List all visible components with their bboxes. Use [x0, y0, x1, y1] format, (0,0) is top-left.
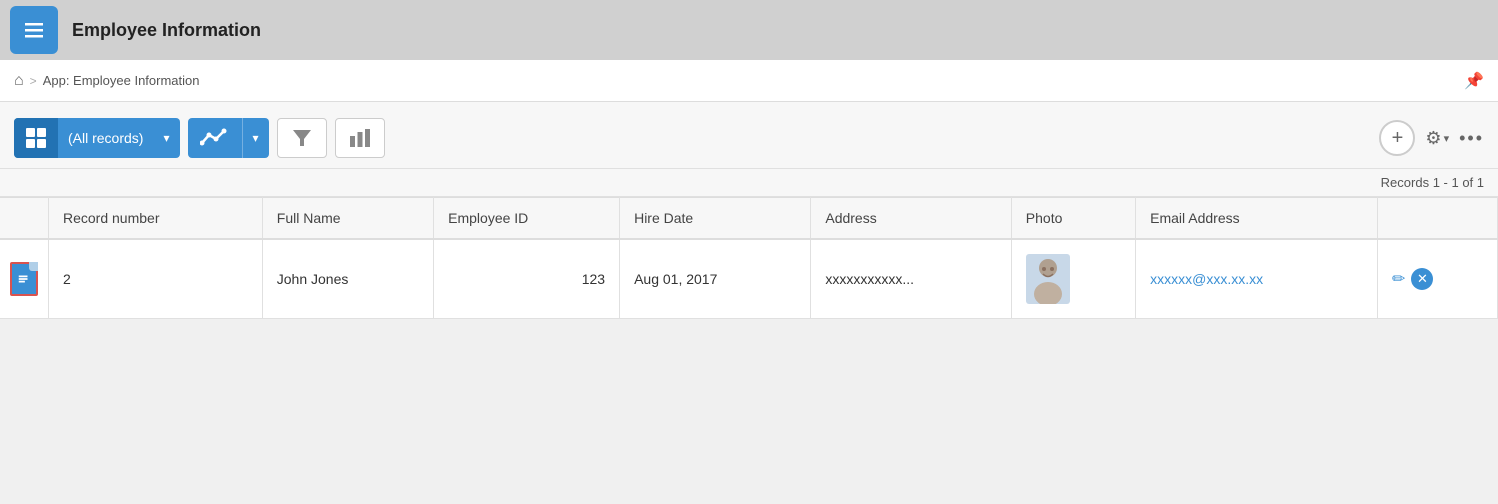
line-chart-icon	[188, 127, 242, 149]
breadcrumb: ⌂ > App: Employee Information 📌	[0, 60, 1498, 102]
filter-icon	[292, 128, 312, 148]
avatar	[1026, 254, 1070, 304]
gear-icon: ⚙	[1425, 128, 1441, 149]
photo-cell	[1011, 239, 1135, 319]
person-silhouette	[1026, 254, 1070, 304]
grid-view-icon	[14, 118, 58, 158]
hire-date-cell: Aug 01, 2017	[620, 239, 811, 319]
edit-button[interactable]: ✏	[1392, 269, 1405, 289]
view-label: (All records)	[58, 130, 153, 146]
breadcrumb-text: App: Employee Information	[43, 73, 200, 88]
col-hire-date: Hire Date	[620, 198, 811, 240]
view-selector[interactable]: (All records) ▾	[14, 118, 180, 158]
toolbar: (All records) ▾ ▾ +	[0, 102, 1498, 169]
full-name-cell: John Jones	[262, 239, 433, 319]
col-selector	[0, 198, 49, 240]
table-row: 2 John Jones 123 Aug 01, 2017 xxxxxxxxxx…	[0, 239, 1498, 319]
employee-id-cell: 123	[434, 239, 620, 319]
record-number-cell: 2	[49, 239, 263, 319]
menu-icon	[22, 18, 46, 42]
more-options-button[interactable]: •••	[1459, 128, 1484, 149]
col-employee-id: Employee ID	[434, 198, 620, 240]
document-icon[interactable]	[10, 262, 38, 296]
chart-button[interactable]: ▾	[188, 118, 269, 158]
row-actions: ✏ ✕	[1392, 268, 1483, 290]
add-record-button[interactable]: +	[1379, 120, 1415, 156]
data-table: Record number Full Name Employee ID Hire…	[0, 197, 1498, 319]
col-photo: Photo	[1011, 198, 1135, 240]
home-icon[interactable]: ⌂	[14, 72, 24, 90]
breadcrumb-separator: >	[30, 74, 37, 88]
menu-button[interactable]	[10, 6, 58, 54]
settings-button[interactable]: ⚙ ▾	[1425, 128, 1449, 149]
pin-icon[interactable]: 📌	[1464, 71, 1484, 91]
records-count: Records 1 - 1 of 1	[0, 169, 1498, 197]
action-buttons-cell: ✏ ✕	[1378, 239, 1498, 319]
bar-chart-icon	[349, 128, 371, 148]
view-dropdown-arrow[interactable]: ▾	[153, 131, 179, 145]
col-record-number: Record number	[49, 198, 263, 240]
col-full-name: Full Name	[262, 198, 433, 240]
bar-chart-button[interactable]	[335, 118, 385, 158]
chart-dropdown-arrow[interactable]: ▾	[242, 118, 269, 158]
address-cell: xxxxxxxxxxx...	[811, 239, 1011, 319]
email-address-cell: xxxxxx@xxx.xx.xx	[1136, 239, 1378, 319]
toolbar-right: + ⚙ ▾ •••	[1379, 120, 1484, 156]
table-header-row: Record number Full Name Employee ID Hire…	[0, 198, 1498, 240]
gear-dropdown-arrow[interactable]: ▾	[1444, 132, 1450, 145]
delete-button[interactable]: ✕	[1411, 268, 1433, 290]
page-title: Employee Information	[72, 20, 261, 41]
record-icon-cell	[0, 239, 49, 319]
app-header: Employee Information	[0, 0, 1498, 60]
col-address: Address	[811, 198, 1011, 240]
col-email-address: Email Address	[1136, 198, 1378, 240]
filter-button[interactable]	[277, 118, 327, 158]
col-actions	[1378, 198, 1498, 240]
email-link[interactable]: xxxxxx@xxx.xx.xx	[1150, 271, 1263, 287]
